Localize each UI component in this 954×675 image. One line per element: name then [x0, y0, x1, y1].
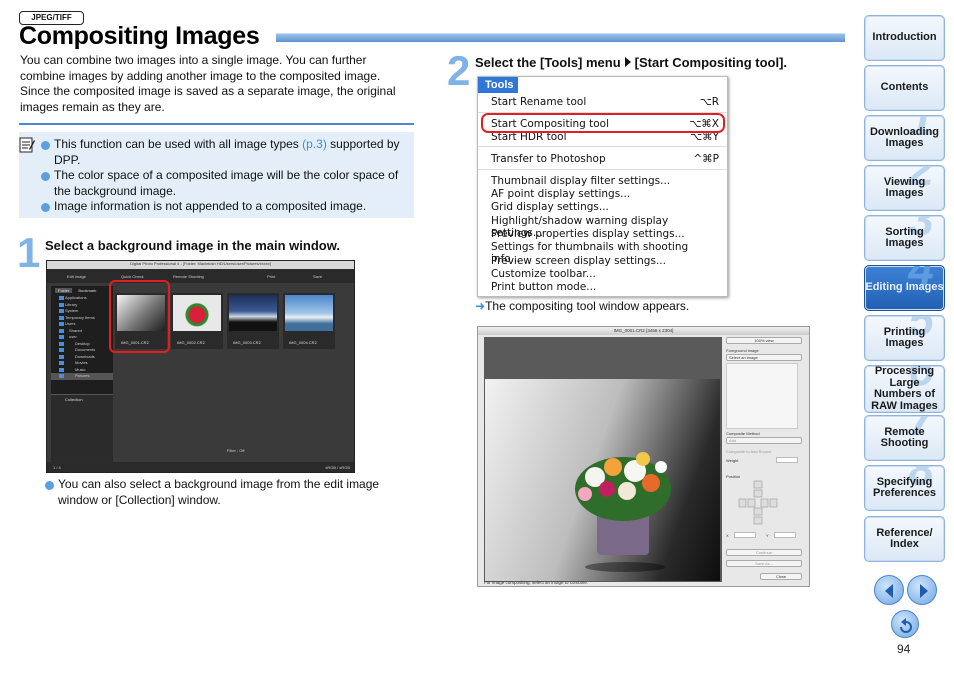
nav-sorting-images[interactable]: 3 Sorting Images	[864, 215, 945, 261]
return-arrow-icon	[900, 618, 912, 633]
foreground-preview	[726, 363, 798, 429]
step-1-number: 1	[17, 229, 41, 276]
bullet-item: You can also select a background image f…	[45, 477, 405, 508]
position-label: Position	[726, 474, 741, 479]
dpp-tab-bookmark[interactable]: Bookmark	[78, 288, 96, 293]
dpp-remote-shooting-button[interactable]: Remote Shooting	[173, 274, 204, 279]
close-button[interactable]: Close	[760, 573, 802, 580]
selection-highlight	[109, 280, 170, 353]
thumbnail[interactable]: IMG_0003.CR2	[227, 293, 279, 349]
arrow-left-icon	[885, 584, 893, 598]
next-page-button[interactable]	[907, 575, 937, 605]
menu-item-preview-properties[interactable]: Preview properties display settings...	[491, 228, 719, 240]
composite-checkbox[interactable]: Composite to Add Source	[726, 449, 771, 454]
weight-label: Weight	[726, 458, 739, 463]
dpp-titlebar: Digital Photo Professional 4 - [Folder: …	[47, 261, 354, 269]
intro-paragraph: You can combine two images into a single…	[20, 53, 396, 114]
position-arrows-icon[interactable]	[738, 480, 778, 526]
divider	[19, 123, 414, 125]
folder-item[interactable]: Pictures	[51, 373, 113, 380]
nav-viewing-images[interactable]: 2 Viewing Images	[864, 165, 945, 211]
compositing-preview	[484, 337, 722, 582]
menu-highlight	[481, 113, 725, 133]
compositing-status: For image compositing, select an image t…	[484, 580, 589, 585]
dpp-statusbar: 1 / 4 Filter : Off sRGB / sRGB	[47, 448, 354, 472]
tools-menu: Tools Start Rename tool ⌥R Start Composit…	[477, 76, 728, 297]
flower-vase-image	[575, 452, 671, 572]
y-label: Y	[766, 533, 769, 538]
page-number: 94	[897, 642, 911, 656]
100-percent-view-button[interactable]: 100% view	[726, 337, 802, 344]
memo-icon	[19, 137, 35, 153]
page-link[interactable]: (p.3)	[302, 137, 327, 151]
continue-button[interactable]: Continue	[726, 549, 802, 556]
menu-item-print-button-mode[interactable]: Print button mode...	[491, 281, 719, 293]
compositing-settings-panel: 100% view Foreground image Select an ima…	[726, 337, 806, 582]
menu-item-preview-screen[interactable]: Preview screen display settings...	[491, 255, 719, 267]
nav-reference-index[interactable]: Reference/ Index	[864, 516, 945, 562]
dpp-collection-panel: Collection + Add collection	[51, 394, 113, 468]
page-title: Compositing Images	[19, 22, 260, 50]
step-1-text: Select a background image in the main wi…	[45, 238, 340, 253]
save-as-button[interactable]: Save As...	[726, 560, 802, 567]
compositing-titlebar: IMG_0001.CR2 [3456 x 2304]	[478, 327, 809, 335]
thumbnail[interactable]: IMG_0002.CR2	[171, 293, 223, 349]
nav-printing-images[interactable]: 5 Printing Images	[864, 315, 945, 361]
composite-method-label: Composite Method	[726, 431, 760, 436]
dpp-save-button[interactable]: Save	[313, 274, 322, 279]
triangle-right-icon	[624, 57, 631, 67]
compositing-tool-window: IMG_0001.CR2 [3456 x 2304] 100% view For…	[477, 326, 810, 587]
nav-processing-raw[interactable]: 6 Processing Large Numbers of RAW Images	[864, 365, 945, 413]
collection-title: Collection	[65, 397, 83, 402]
y-input[interactable]	[774, 532, 796, 538]
nav-specifying-preferences[interactable]: 8 Specifying Preferences	[864, 465, 945, 511]
tools-menu-header[interactable]: Tools	[478, 77, 518, 93]
note-item: Image information is not appended to a c…	[41, 199, 413, 215]
step-1-bullet: You can also select a background image f…	[45, 477, 405, 508]
dpp-tab-folder[interactable]: Folder	[55, 288, 73, 293]
nav-editing-images[interactable]: 4 Editing Images	[864, 265, 945, 311]
dpp-toolbar: Edit image Quick Check Remote Shooting P…	[47, 269, 354, 283]
title-bar-decoration	[276, 33, 845, 42]
previous-page-button[interactable]	[874, 575, 904, 605]
arrow-right-icon: ➜	[475, 299, 486, 313]
dpp-edit-image-button[interactable]: Edit image	[67, 274, 86, 279]
note-item: The color space of a composited image wi…	[41, 168, 413, 199]
nav-remote-shooting[interactable]: 7 Remote Shooting	[864, 415, 945, 461]
nav-downloading-images[interactable]: 1 Downloading Images	[864, 115, 945, 161]
menu-item-customize-toolbar[interactable]: Customize toolbar...	[491, 268, 719, 280]
dpp-print-button[interactable]: Print	[267, 274, 275, 279]
foreground-select[interactable]: Select an image	[726, 354, 802, 361]
thumbnail[interactable]: IMG_0004.CR2	[283, 293, 335, 349]
nav-introduction[interactable]: Introduction	[864, 15, 945, 61]
step-2-number: 2	[447, 47, 471, 94]
menu-item-grid[interactable]: Grid display settings...	[491, 201, 719, 213]
menu-item-transfer-to-photoshop[interactable]: Transfer to Photoshop ^⌘P	[491, 153, 719, 165]
note-list: This function can be used with all image…	[41, 137, 413, 215]
step-2-result: ➜The compositing tool window appears.	[475, 299, 690, 313]
step-2-text: Select the [Tools] menu [Start Compositin…	[475, 55, 788, 70]
dpp-quick-check-button[interactable]: Quick Check	[121, 274, 144, 279]
x-label: X	[726, 533, 729, 538]
nav-contents[interactable]: Contents	[864, 65, 945, 111]
dpp-main-window-screenshot: Digital Photo Professional 4 - [Folder: …	[46, 260, 355, 473]
x-input[interactable]	[734, 532, 756, 538]
arrow-right-icon	[920, 584, 928, 598]
preview-photo	[485, 379, 720, 581]
composite-method-select[interactable]: Add	[726, 437, 802, 444]
weight-input[interactable]	[776, 457, 798, 463]
menu-item-af-point[interactable]: AF point display settings...	[491, 188, 719, 200]
menu-item-start-rename-tool[interactable]: Start Rename tool ⌥R	[491, 96, 719, 108]
menu-item-thumbnail-filter[interactable]: Thumbnail display filter settings...	[491, 175, 719, 187]
return-button[interactable]	[891, 610, 919, 638]
foreground-label: Foreground image	[726, 348, 759, 353]
note-item: This function can be used with all image…	[41, 137, 413, 168]
